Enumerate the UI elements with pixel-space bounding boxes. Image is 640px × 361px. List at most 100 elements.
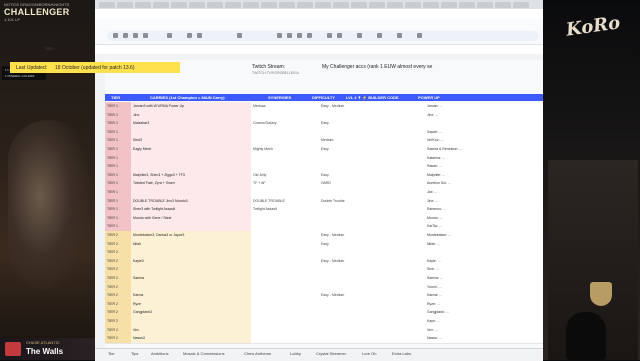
cell-carry[interactable]: Nilah bbox=[131, 239, 251, 249]
cell-diff[interactable] bbox=[319, 154, 369, 163]
cell-diff[interactable]: Easy - Medium bbox=[319, 231, 369, 240]
cell-carry[interactable] bbox=[131, 188, 251, 197]
cell-diff[interactable] bbox=[319, 334, 369, 343]
sheet-tab[interactable]: Lobby bbox=[290, 351, 301, 356]
cell-tier[interactable]: TIER 2 bbox=[105, 291, 131, 300]
cell-lvl[interactable] bbox=[369, 283, 425, 292]
fill-color-icon[interactable] bbox=[327, 33, 332, 38]
cell-diff[interactable] bbox=[319, 248, 369, 257]
cell-syn[interactable]: TF + AF bbox=[251, 179, 319, 188]
cell-tier[interactable]: TIER 1 bbox=[105, 153, 131, 163]
browser-tab[interactable] bbox=[99, 2, 115, 8]
cell-diff[interactable] bbox=[319, 128, 369, 137]
cell-carry[interactable]: Kled3 bbox=[131, 136, 251, 145]
cell-syn[interactable]: Mighty Mech bbox=[251, 145, 319, 154]
cell-syn[interactable] bbox=[251, 300, 319, 309]
cell-diff[interactable]: Easy - Medium bbox=[319, 102, 369, 111]
cell-pow[interactable]: Jax: ... bbox=[425, 188, 543, 197]
browser-tab-strip[interactable] bbox=[95, 0, 543, 9]
bold-icon[interactable] bbox=[277, 33, 282, 38]
twitch-link[interactable]: TWITCH.TV/KOROBELLEKIA bbox=[252, 71, 299, 75]
cell-carry[interactable]: Eagly Mech bbox=[131, 145, 251, 154]
cell-tier[interactable]: TIER 2 bbox=[105, 274, 131, 283]
browser-tab[interactable] bbox=[297, 2, 313, 8]
cell-tier[interactable]: TIER 1 bbox=[105, 222, 131, 231]
cell-lvl[interactable] bbox=[369, 111, 425, 120]
cell-pow[interactable]: Vex: ... bbox=[425, 326, 543, 335]
cell-diff[interactable] bbox=[319, 317, 369, 326]
browser-tab[interactable] bbox=[225, 2, 241, 8]
cell-syn[interactable] bbox=[251, 257, 319, 266]
cell-lvl[interactable] bbox=[369, 248, 425, 257]
cell-tier[interactable]: TIER 2 bbox=[105, 256, 131, 266]
cell-syn[interactable] bbox=[251, 308, 319, 317]
cell-pow[interactable] bbox=[425, 248, 543, 257]
cell-lvl[interactable] bbox=[369, 274, 425, 283]
cell-syn[interactable] bbox=[251, 214, 319, 223]
cell-pow[interactable]: Jinx: ... bbox=[425, 197, 543, 206]
formatting-toolbar[interactable] bbox=[107, 31, 539, 41]
cell-pow[interactable]: Ryze: ... bbox=[425, 300, 543, 309]
cell-tier[interactable]: TIER 1 bbox=[105, 179, 131, 188]
cell-tier[interactable]: TIER 2 bbox=[105, 248, 131, 257]
cell-diff[interactable]: Easy - Medium bbox=[319, 291, 369, 300]
cell-syn[interactable]: Twilight Assault bbox=[251, 205, 319, 214]
cell-diff[interactable] bbox=[319, 308, 369, 317]
cell-tier[interactable]: TIER 1 bbox=[105, 213, 131, 223]
cell-lvl[interactable] bbox=[369, 308, 425, 317]
cell-diff[interactable]: Medium bbox=[319, 136, 369, 145]
cell-diff[interactable] bbox=[319, 283, 369, 292]
browser-tab[interactable] bbox=[189, 2, 205, 8]
browser-tab[interactable] bbox=[315, 2, 331, 8]
cell-tier[interactable]: TIER 2 bbox=[105, 334, 131, 343]
cell-syn[interactable] bbox=[251, 222, 319, 231]
cell-carry[interactable] bbox=[131, 153, 251, 163]
italic-icon[interactable] bbox=[287, 33, 292, 38]
browser-tab[interactable] bbox=[459, 2, 475, 8]
filter-icon[interactable] bbox=[417, 33, 422, 38]
cell-pow[interactable]: Yuumi: ... bbox=[425, 283, 543, 292]
cell-carry[interactable]: Twisted Fate, Zyra + Gwen bbox=[131, 179, 251, 188]
browser-tab[interactable] bbox=[441, 2, 457, 8]
cell-syn[interactable] bbox=[251, 317, 319, 326]
browser-tab[interactable] bbox=[261, 2, 277, 8]
cell-syn[interactable] bbox=[251, 154, 319, 163]
browser-tab[interactable] bbox=[513, 2, 529, 8]
sheet-tab[interactable]: Lore Oh bbox=[362, 351, 376, 356]
cell-pow[interactable]: Vel'Koz: ... bbox=[425, 136, 543, 145]
cell-diff[interactable] bbox=[319, 162, 369, 171]
cell-diff[interactable] bbox=[319, 265, 369, 274]
cell-diff[interactable] bbox=[319, 300, 369, 309]
cell-syn[interactable] bbox=[251, 128, 319, 137]
browser-tab[interactable] bbox=[477, 2, 493, 8]
cell-carry[interactable]: Kayle3 bbox=[131, 256, 251, 266]
browser-tab[interactable] bbox=[333, 2, 349, 8]
cell-syn[interactable] bbox=[251, 136, 319, 145]
browser-tab[interactable] bbox=[117, 2, 133, 8]
cell-diff[interactable]: Easy bbox=[319, 171, 369, 180]
browser-tab[interactable] bbox=[387, 2, 403, 8]
cell-tier[interactable]: TIER 2 bbox=[105, 308, 131, 317]
cell-tier[interactable]: TIER 2 bbox=[105, 282, 131, 292]
cell-pow[interactable]: Rakan: ... bbox=[425, 162, 543, 171]
cell-tier[interactable]: TIER 1 bbox=[105, 196, 131, 206]
browser-tab[interactable] bbox=[171, 2, 187, 8]
cell-carry[interactable]: Ryze bbox=[131, 299, 251, 309]
cell-lvl[interactable] bbox=[369, 222, 425, 231]
redo-icon[interactable] bbox=[123, 33, 128, 38]
cell-pow[interactable]: Kayle: ... bbox=[425, 257, 543, 266]
cell-tier[interactable]: TIER 1 bbox=[105, 145, 131, 154]
cell-syn[interactable]: Old Jelly bbox=[251, 171, 319, 180]
cell-carry[interactable]: Mordekaiser3, Darius3 or Jayce3 bbox=[131, 231, 251, 240]
cell-pow[interactable]: Jinx: ... bbox=[425, 111, 543, 120]
cell-lvl[interactable] bbox=[369, 334, 425, 343]
cell-lvl[interactable] bbox=[369, 257, 425, 266]
cell-syn[interactable] bbox=[251, 326, 319, 335]
cell-pow[interactable]: Jarvan: ... bbox=[425, 102, 543, 111]
cell-carry[interactable] bbox=[131, 222, 251, 231]
cell-pow[interactable]: Samira & Renekton: ... bbox=[425, 145, 543, 154]
cell-pow[interactable]: Samira: ... bbox=[425, 274, 543, 283]
cell-tier[interactable]: TIER 1 bbox=[105, 188, 131, 197]
cell-pow[interactable]: Karma: ... bbox=[425, 291, 543, 300]
cell-pow[interactable]: Rammus: ... bbox=[425, 205, 543, 214]
